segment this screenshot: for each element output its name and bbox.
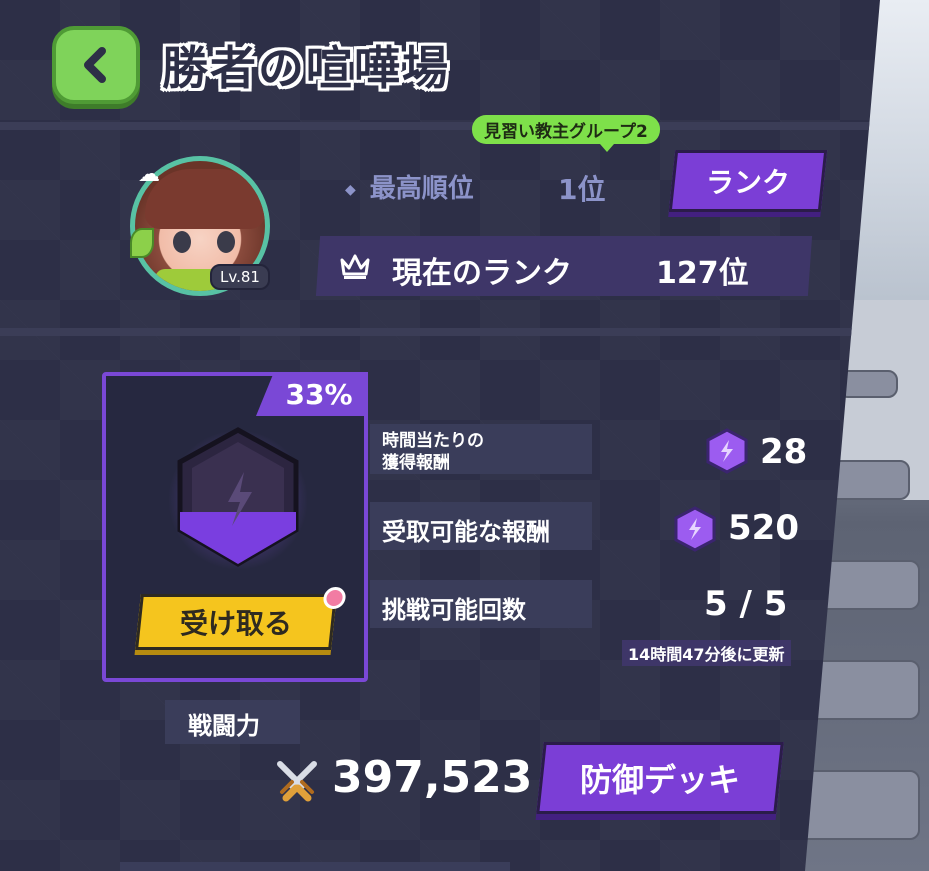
best-rank-label: ◆ 最高順位 (345, 168, 474, 205)
purple-gem-icon (706, 428, 748, 474)
leaf-icon (130, 228, 154, 258)
current-rank-label: 現在のランク (392, 256, 572, 291)
crown-icon (340, 254, 370, 279)
bottom-strip (120, 862, 510, 871)
cloud-icon: ☁ (138, 162, 160, 187)
claimable-reward-value: 520 (728, 508, 799, 548)
claim-button-label: 受け取る (179, 607, 292, 640)
group-tag: 見習い教主グループ2 (472, 115, 660, 152)
reward-percent: 33% (256, 372, 368, 416)
level-badge: Lv.81 (210, 264, 270, 290)
claim-button[interactable]: 受け取る (135, 587, 347, 650)
section-divider (0, 328, 860, 336)
player-avatar[interactable]: ☁ Lv.81 (130, 156, 270, 296)
current-rank-value: 127位 (656, 256, 749, 291)
diamond-bullet-icon: ◆ (345, 181, 356, 198)
back-button[interactable] (52, 26, 140, 104)
purple-gem-icon (674, 506, 716, 552)
rank-button-label: ランク (705, 166, 790, 199)
attempts-value: 5 / 5 (704, 584, 788, 624)
reward-box: 33% 受け取る (102, 372, 368, 682)
attempts-label: 挑戦可能回数 (382, 596, 526, 624)
header-divider (0, 122, 880, 130)
crossed-swords-icon (277, 761, 317, 802)
page-title: 勝者の喧嘩場 (162, 41, 450, 95)
purple-gem-icon (168, 427, 308, 570)
defense-deck-button-label: 防御デッキ (579, 761, 740, 799)
defense-deck-button[interactable]: 防御デッキ (536, 742, 784, 814)
avatar-hair (145, 169, 265, 229)
flower-icon (322, 587, 347, 609)
arena-panel: 勝者の喧嘩場 ☁ Lv.81 見習い教主グループ2 ◆ 最高順位 1位 ランク 現… (0, 0, 880, 871)
best-rank-value: 1位 (558, 173, 606, 206)
power-value: 397,523 (332, 752, 533, 803)
power-label: 戦闘力 (188, 712, 260, 740)
avatar-eye (217, 231, 235, 253)
hourly-reward-value: 28 (760, 432, 808, 472)
refresh-note: 14時間47分後に更新 (622, 640, 791, 666)
hourly-reward-label-line2: 獲得報酬 (382, 453, 450, 473)
best-rank-text: 最高順位 (369, 174, 474, 204)
chevron-left-icon (84, 47, 106, 83)
rank-button[interactable]: ランク (668, 150, 828, 212)
claimable-reward-label: 受取可能な報酬 (382, 518, 550, 546)
avatar-eye (173, 231, 191, 253)
